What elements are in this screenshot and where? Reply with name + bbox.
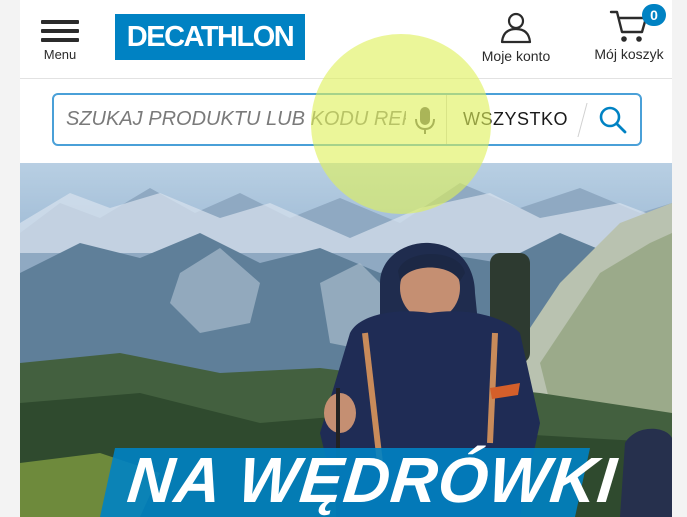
search-bar: WSZYSTKO — [52, 93, 642, 146]
search-separator — [446, 95, 447, 144]
account-label: Moje konto — [481, 48, 551, 64]
category-select[interactable]: WSZYSTKO — [463, 95, 568, 144]
menu-label: Menu — [43, 47, 77, 62]
app-frame: Menu DECATHLON Moje konto Mój koszyk 0 S… — [20, 0, 672, 517]
logo-text: DECATHLON — [126, 20, 295, 53]
search-separator-slanted — [577, 103, 588, 137]
hero-title: NA WĘDRÓWKI — [124, 444, 621, 516]
cart-button[interactable]: Mój koszyk 0 — [586, 4, 672, 72]
header-divider — [20, 78, 672, 79]
account-button[interactable]: Moje konto — [476, 12, 556, 72]
menu-button[interactable]: Menu — [38, 16, 82, 70]
cart-label: Mój koszyk — [594, 46, 664, 62]
microphone-icon[interactable] — [410, 104, 440, 136]
search-input[interactable] — [66, 95, 406, 144]
decathlon-logo[interactable]: DECATHLON — [115, 14, 305, 60]
search-icon[interactable] — [597, 104, 629, 136]
cart-count-badge: 0 — [642, 4, 666, 26]
site-header: Menu DECATHLON Moje konto Mój koszyk 0 — [20, 0, 672, 78]
hamburger-icon — [41, 16, 79, 46]
hero-banner[interactable]: NA WĘDRÓWKI — [20, 163, 672, 517]
user-icon — [500, 12, 532, 44]
